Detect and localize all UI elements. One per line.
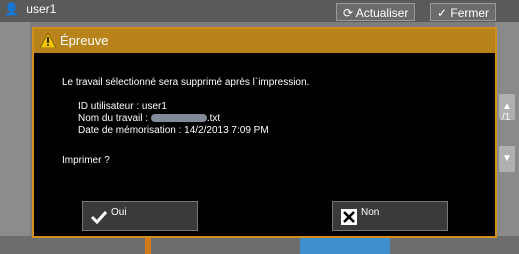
check-icon: ✓ [437, 6, 451, 20]
scroll-down-icon[interactable]: ▼ [499, 146, 515, 172]
close-button[interactable]: ✓ Fermer [430, 3, 497, 21]
page-indicator: /1 [502, 112, 511, 123]
dialog-message: Le travail sélectionné sera supprimé apr… [62, 77, 310, 88]
no-button[interactable]: Non [332, 201, 448, 231]
no-label: Non [361, 207, 380, 218]
user-name: user1 [26, 2, 57, 16]
bottom-accent [145, 236, 151, 254]
yes-label: Oui [111, 207, 127, 218]
job-details: ID utilisateur : user1 Nom du travail : … [78, 101, 269, 137]
refresh-icon: ⟳ [343, 6, 356, 20]
warning-icon [40, 33, 56, 48]
check-icon [91, 210, 107, 224]
dialog-title: Épreuve [60, 33, 109, 48]
bottom-selected-button[interactable] [300, 236, 390, 254]
yes-button[interactable]: Oui [82, 201, 198, 231]
app-header: 👤 user1 ⟳ Actualiser ✓ Fermer [0, 0, 519, 22]
proof-print-dialog: Épreuve Le travail sélectionné sera supp… [32, 27, 497, 238]
close-icon [341, 209, 357, 225]
stored-date-line: Date de mémorisation : 14/2/2013 7:09 PM [78, 125, 269, 136]
user-label: 👤 user1 [4, 2, 56, 16]
refresh-button[interactable]: ⟳ Actualiser [336, 3, 416, 21]
redacted-filename [150, 114, 207, 123]
dialog-question: Imprimer ? [62, 155, 110, 166]
user-id-line: ID utilisateur : user1 [78, 101, 167, 112]
job-name-line: Nom du travail : .txt [78, 113, 221, 124]
dialog-title-bar: Épreuve [34, 29, 495, 53]
right-scrollbar: ▲ ▼ [495, 22, 519, 254]
left-panel [0, 22, 30, 254]
user-icon: 👤 [4, 2, 19, 16]
bottom-bar [0, 236, 519, 254]
